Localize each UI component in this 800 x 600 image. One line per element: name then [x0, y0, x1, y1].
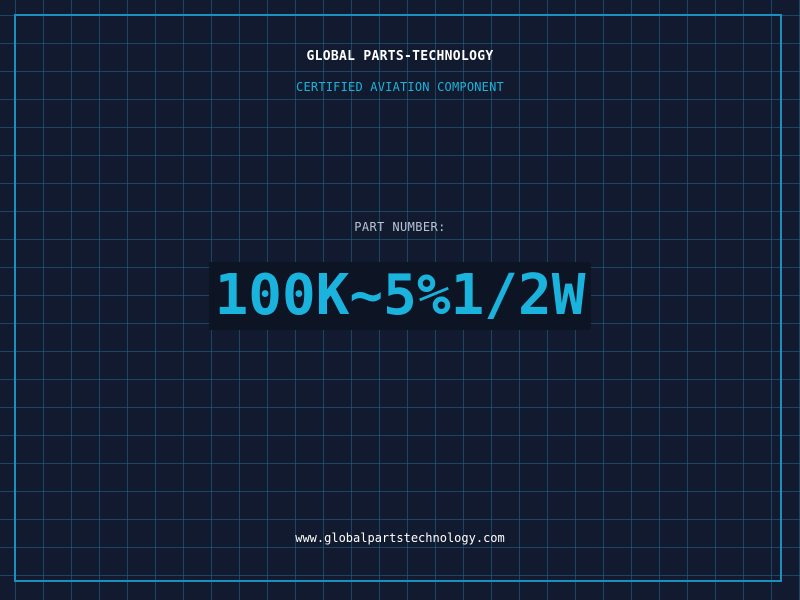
- company-name: GLOBAL PARTS-TECHNOLOGY: [306, 49, 494, 64]
- part-number-label: PART NUMBER:: [354, 220, 446, 234]
- website-url: www.globalpartstechnology.com: [295, 531, 505, 545]
- part-certificate-card: GLOBAL PARTS-TECHNOLOGY CERTIFIED AVIATI…: [0, 0, 800, 600]
- part-number-value: 100K~5%1/2W: [208, 262, 592, 330]
- part-number-container: 100K~5%1/2W: [0, 262, 800, 330]
- certification-subtitle: CERTIFIED AVIATION COMPONENT: [296, 80, 504, 94]
